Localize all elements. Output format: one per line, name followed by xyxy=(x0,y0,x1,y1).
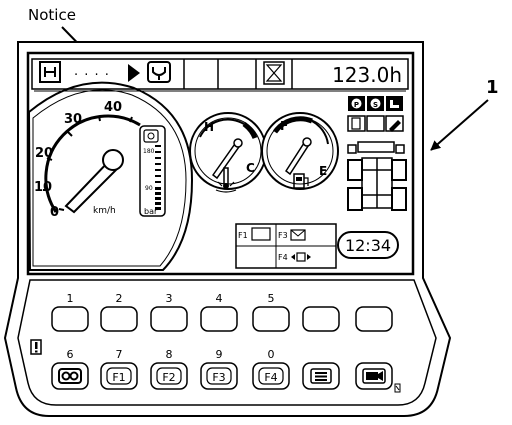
temp-high-label: H xyxy=(204,120,214,134)
key-1-button[interactable] xyxy=(51,306,89,332)
notice-dots: · · · · xyxy=(74,68,110,83)
speed-unit: km/h xyxy=(93,206,116,216)
function-f4-label: F4 xyxy=(278,253,288,262)
key-6-button[interactable] xyxy=(302,306,340,332)
menu-icon xyxy=(310,368,332,384)
camera-indicator-icon xyxy=(394,383,401,393)
key-number-label: 0 xyxy=(268,348,275,361)
speed-tick-10: 10 xyxy=(34,180,52,195)
key-number-label: 8 xyxy=(166,348,173,361)
warning-icon xyxy=(30,339,42,355)
f3-button-label: F3 xyxy=(212,371,225,384)
function-f1-label: F1 xyxy=(238,231,248,240)
odometer-icon xyxy=(58,368,82,384)
key-number-label: 7 xyxy=(116,348,123,361)
service-icon: S xyxy=(367,96,384,111)
instrument-panel-diagram: Notice 1 · · · · 123.0h 0 10 20 30 40 km… xyxy=(3,6,499,417)
key-number-label: 5 xyxy=(268,292,275,305)
hour-meter-value: 123.0h xyxy=(332,63,402,87)
pressure-unit-label: bar xyxy=(144,207,158,216)
pressure-mid-label: 90 xyxy=(145,185,153,192)
speed-tick-0: 0 xyxy=(50,205,59,220)
notice-label: Notice xyxy=(28,6,76,24)
key-4-button[interactable] xyxy=(200,306,238,332)
speed-tick-20: 20 xyxy=(35,146,53,161)
item-number-arrow xyxy=(430,99,489,151)
f4-button-label: F4 xyxy=(264,371,277,384)
key-number-label: 2 xyxy=(116,292,123,305)
pressure-max-label: 180 xyxy=(143,148,155,155)
clock-time: 12:34 xyxy=(345,236,391,255)
f1-button-label: F1 xyxy=(112,371,125,384)
key-number-label: 6 xyxy=(67,348,74,361)
fuel-full-label: F xyxy=(280,119,288,133)
seat-icon xyxy=(386,96,403,111)
camera-icon xyxy=(362,368,386,384)
temp-low-label: C xyxy=(246,161,255,175)
function-f3-label: F3 xyxy=(278,231,288,240)
svg-text:S: S xyxy=(373,101,378,109)
key-number-label: 3 xyxy=(166,292,173,305)
speed-tick-30: 30 xyxy=(64,112,82,127)
fuel-empty-label: E xyxy=(319,164,327,178)
f2-button-label: F2 xyxy=(162,371,175,384)
key-number-label: 4 xyxy=(216,292,223,305)
parking-brake-icon: P xyxy=(348,96,365,111)
svg-text:P: P xyxy=(354,101,359,109)
item-number-label: 1 xyxy=(486,77,499,98)
key-number-label: 1 xyxy=(67,292,74,305)
key-2-button[interactable] xyxy=(100,306,138,332)
key-5-button[interactable] xyxy=(252,306,290,332)
key-3-button[interactable] xyxy=(150,306,188,332)
speed-tick-40: 40 xyxy=(104,100,122,115)
key-7-button[interactable] xyxy=(355,306,393,332)
key-number-label: 9 xyxy=(216,348,223,361)
